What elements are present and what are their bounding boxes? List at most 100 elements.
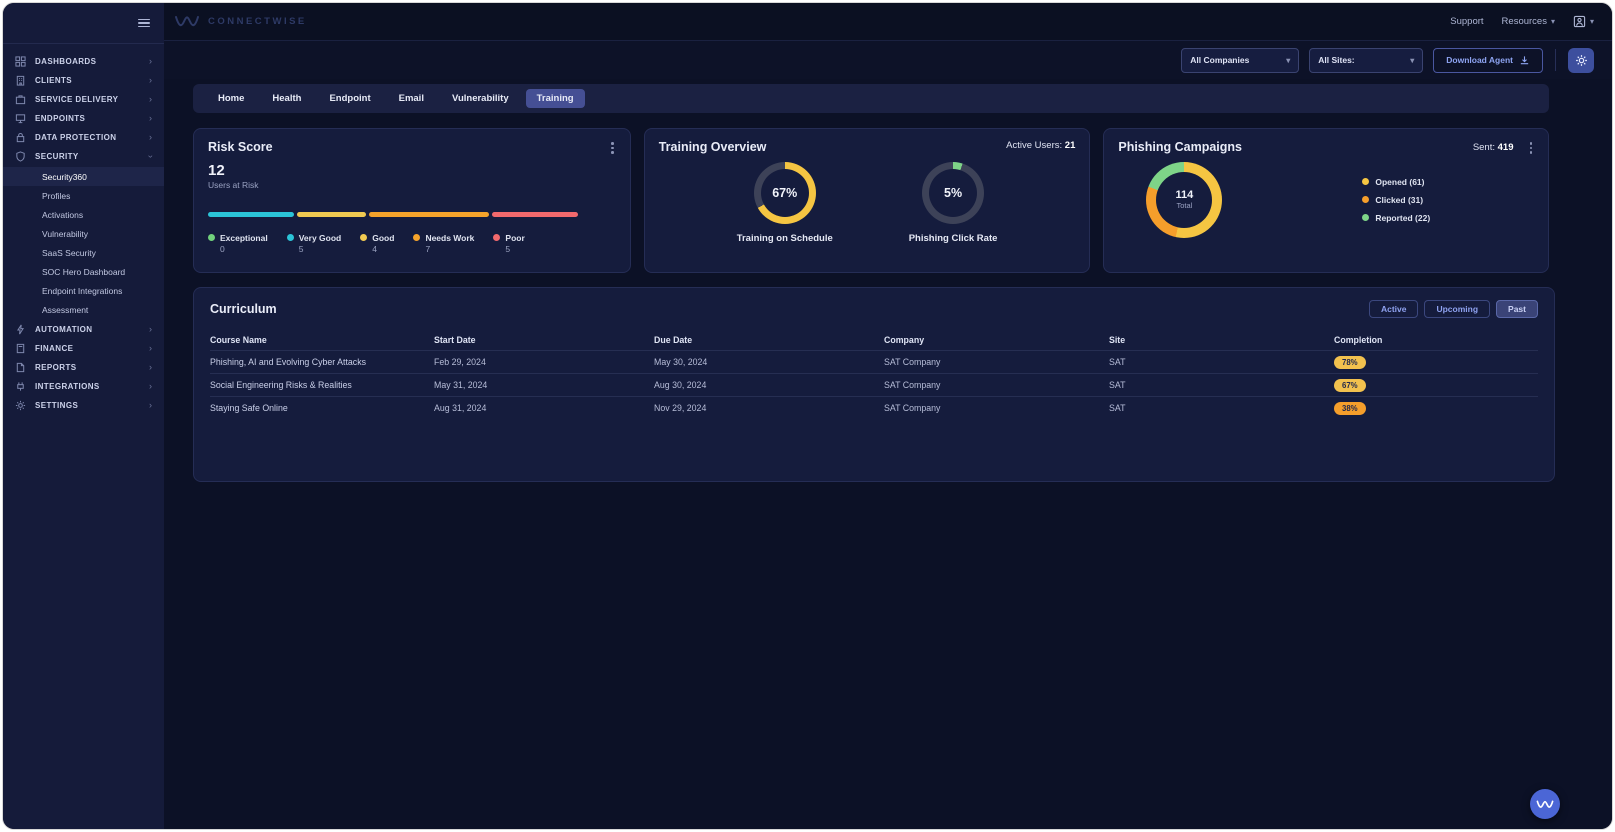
resources-menu[interactable]: Resources▾ bbox=[1502, 16, 1555, 27]
download-icon bbox=[1519, 55, 1530, 66]
active-users-metric: Active Users: 21 bbox=[1006, 140, 1075, 151]
resources-label: Resources bbox=[1502, 16, 1547, 27]
filter-past-button[interactable]: Past bbox=[1496, 300, 1538, 318]
gear-icon bbox=[1575, 54, 1588, 67]
sidebar-item-label: AUTOMATION bbox=[35, 325, 149, 334]
chat-fab-button[interactable] bbox=[1530, 789, 1560, 819]
legend-count: 4 bbox=[360, 244, 394, 254]
sidebar-item-dashboards[interactable]: DASHBOARDS › bbox=[3, 52, 164, 71]
card-title: Phishing Campaigns bbox=[1118, 140, 1242, 154]
sidebar-item-clients[interactable]: CLIENTS › bbox=[3, 71, 164, 90]
sidebar-subitem-activations[interactable]: Activations bbox=[3, 205, 164, 224]
user-menu[interactable]: ▾ bbox=[1573, 15, 1594, 28]
companies-dropdown[interactable]: All Companies ▾ bbox=[1181, 48, 1299, 73]
sidebar-item-label: DATA PROTECTION bbox=[35, 133, 149, 142]
sidebar-header bbox=[3, 3, 164, 44]
legend-label: Needs Work bbox=[425, 233, 474, 243]
app-window: DASHBOARDS › CLIENTS › SERVICE DELIVERY … bbox=[2, 2, 1613, 830]
legend-label: Reported (22) bbox=[1375, 213, 1430, 223]
sidebar-item-endpoints[interactable]: ENDPOINTS › bbox=[3, 109, 164, 128]
chevron-right-icon: › bbox=[149, 76, 152, 85]
table-row[interactable]: Phishing, AI and Evolving Cyber Attacks … bbox=[210, 350, 1538, 373]
curriculum-filters: Active Upcoming Past bbox=[1369, 300, 1538, 318]
tab-endpoint[interactable]: Endpoint bbox=[318, 89, 381, 108]
legend-item-reported: Reported (22) bbox=[1362, 213, 1430, 223]
completion-badge: 67% bbox=[1334, 379, 1366, 392]
cell-site: SAT bbox=[1109, 403, 1334, 413]
sidebar-item-label: SERVICE DELIVERY bbox=[35, 95, 149, 104]
subitem-label: Assessment bbox=[42, 305, 88, 315]
table-row[interactable]: Social Engineering Risks & Realities May… bbox=[210, 373, 1538, 396]
tab-vulnerability[interactable]: Vulnerability bbox=[441, 89, 520, 108]
finance-icon bbox=[15, 343, 27, 355]
sidebar-item-data-protection[interactable]: DATA PROTECTION › bbox=[3, 128, 164, 147]
collapse-menu-icon[interactable] bbox=[138, 19, 150, 28]
settings-button[interactable] bbox=[1568, 48, 1594, 73]
brand: CONNECTWISE bbox=[174, 14, 307, 29]
sidebar-item-service-delivery[interactable]: SERVICE DELIVERY › bbox=[3, 90, 164, 109]
cell-company: SAT Company bbox=[884, 357, 1109, 367]
phishing-click-rate-donut-group: 5% Phishing Click Rate bbox=[909, 162, 998, 244]
legend-count: 7 bbox=[413, 244, 474, 254]
tab-home[interactable]: Home bbox=[207, 89, 255, 108]
sidebar-item-label: ENDPOINTS bbox=[35, 114, 149, 123]
chevron-right-icon: › bbox=[149, 133, 152, 142]
legend-item-needs-work: Needs Work 7 bbox=[413, 233, 474, 254]
chevron-right-icon: › bbox=[149, 95, 152, 104]
column-header-site: Site bbox=[1109, 335, 1334, 345]
legend-item-very-good: Very Good 5 bbox=[287, 233, 342, 254]
risk-bar-segment bbox=[297, 212, 366, 217]
endpoints-icon bbox=[15, 113, 27, 125]
sites-dropdown[interactable]: All Sites: ▾ bbox=[1309, 48, 1423, 73]
phishing-legend: Opened (61) Clicked (31) Reported (22) bbox=[1362, 177, 1430, 223]
sidebar-item-label: REPORTS bbox=[35, 363, 149, 372]
legend-dot bbox=[1362, 214, 1369, 221]
cell-course-name: Phishing, AI and Evolving Cyber Attacks bbox=[210, 357, 434, 367]
tab-health[interactable]: Health bbox=[261, 89, 312, 108]
sidebar-subitem-vulnerability[interactable]: Vulnerability bbox=[3, 224, 164, 243]
legend-item-clicked: Clicked (31) bbox=[1362, 195, 1430, 205]
sidebar-item-settings[interactable]: SETTINGS › bbox=[3, 396, 164, 415]
sidebar-item-finance[interactable]: FINANCE › bbox=[3, 339, 164, 358]
chevron-right-icon: › bbox=[149, 382, 152, 391]
sidebar-item-automation[interactable]: AUTOMATION › bbox=[3, 320, 164, 339]
risk-bar-segment bbox=[369, 212, 489, 217]
chevron-right-icon: › bbox=[149, 344, 152, 353]
companies-dropdown-value: All Companies bbox=[1190, 55, 1249, 65]
lock-icon bbox=[15, 132, 27, 144]
sidebar-item-integrations[interactable]: INTEGRATIONS › bbox=[3, 377, 164, 396]
sidebar-item-label: SETTINGS bbox=[35, 401, 149, 410]
tab-email[interactable]: Email bbox=[388, 89, 435, 108]
tab-training[interactable]: Training bbox=[526, 89, 585, 108]
legend-dot bbox=[413, 234, 420, 241]
filter-upcoming-button[interactable]: Upcoming bbox=[1424, 300, 1490, 318]
sites-dropdown-value: All Sites: bbox=[1318, 55, 1354, 65]
sidebar-subitem-soc-hero-dashboard[interactable]: SOC Hero Dashboard bbox=[3, 262, 164, 281]
sidebar-subitem-profiles[interactable]: Profiles bbox=[3, 186, 164, 205]
sidebar-subitem-security360[interactable]: Security360 bbox=[3, 167, 164, 186]
card-title: Risk Score bbox=[208, 140, 273, 154]
sidebar-subitem-assessment[interactable]: Assessment bbox=[3, 300, 164, 319]
donut-label: Training on Schedule bbox=[737, 233, 833, 244]
risk-bar-segment bbox=[208, 212, 294, 217]
filter-bar: All Companies ▾ All Sites: ▾ Download Ag… bbox=[164, 41, 1612, 79]
kebab-menu-icon[interactable] bbox=[1528, 140, 1535, 156]
sidebar-item-reports[interactable]: REPORTS › bbox=[3, 358, 164, 377]
donut-center: 114 Total bbox=[1146, 162, 1222, 238]
sidebar-subitem-endpoint-integrations[interactable]: Endpoint Integrations bbox=[3, 281, 164, 300]
cards-row: Risk Score 12 Users at Risk Exceptional … bbox=[193, 128, 1549, 273]
download-agent-button[interactable]: Download Agent bbox=[1433, 48, 1543, 73]
main-content: Home Health Endpoint Email Vulnerability… bbox=[164, 79, 1612, 829]
table-row[interactable]: Staying Safe Online Aug 31, 2024 Nov 29,… bbox=[210, 396, 1538, 419]
filter-active-button[interactable]: Active bbox=[1369, 300, 1419, 318]
support-label: Support bbox=[1450, 16, 1483, 27]
sidebar-subitem-saas-security[interactable]: SaaS Security bbox=[3, 243, 164, 262]
kebab-menu-icon[interactable] bbox=[609, 140, 616, 156]
cell-course-name: Social Engineering Risks & Realities bbox=[210, 380, 434, 390]
subitem-label: Vulnerability bbox=[42, 229, 88, 239]
sidebar-item-security[interactable]: SECURITY › bbox=[3, 147, 164, 166]
subitem-label: Endpoint Integrations bbox=[42, 286, 122, 296]
table-header-row: Course Name Start Date Due Date Company … bbox=[210, 330, 1538, 350]
divider bbox=[1555, 49, 1556, 71]
support-link[interactable]: Support bbox=[1450, 16, 1483, 27]
